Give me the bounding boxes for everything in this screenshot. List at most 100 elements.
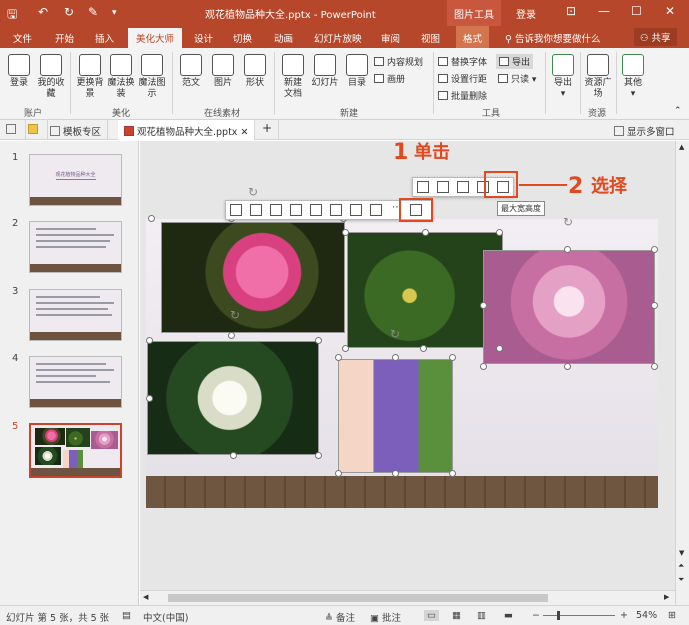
rotate-handle-icon[interactable]: ↻ [248, 185, 258, 199]
scroll-left-icon[interactable]: ◀ [143, 593, 148, 601]
resize-handle[interactable] [335, 354, 342, 361]
align-middle-icon[interactable] [310, 204, 322, 216]
scroll-down-icon[interactable]: ▼ [679, 549, 684, 557]
scroll-up-icon[interactable]: ▲ [679, 143, 684, 151]
collapse-ribbon-icon[interactable]: ⌃ [674, 106, 682, 116]
resize-handle[interactable] [449, 354, 456, 361]
ribbon-display-icon[interactable]: ⊡ [566, 4, 576, 18]
comments-button[interactable]: ▣ 批注 [370, 610, 401, 624]
resize-handle[interactable] [146, 395, 153, 402]
tab-transitions[interactable]: 切换 [233, 31, 252, 45]
spellcheck-icon[interactable]: ▤ [122, 610, 131, 621]
save-icon[interactable]: 🖫 [7, 5, 17, 26]
resize-handle[interactable] [564, 246, 571, 253]
login-link[interactable]: 登录 [516, 6, 536, 21]
slide-thumbnail-1[interactable]: 观花植物品种大全 [29, 154, 122, 206]
tab-design[interactable]: 设计 [194, 31, 213, 45]
minimize-button[interactable]: — [598, 4, 610, 18]
shape-button[interactable]: 形状 [242, 54, 268, 89]
tab-animations[interactable]: 动画 [274, 31, 293, 45]
tab-home[interactable]: 开始 [55, 31, 74, 45]
slide-thumbnail-3[interactable] [29, 289, 122, 341]
content-planning-button[interactable]: 内容规划 [374, 55, 423, 68]
prev-slide-icon[interactable]: ⏶ [678, 561, 684, 571]
distribute-horizontal-icon[interactable] [350, 204, 362, 216]
resource-square-button[interactable]: 资源广场 [584, 54, 612, 100]
tab-beautify-master[interactable]: 美化大师 [128, 28, 183, 48]
zoom-out-button[interactable]: − [532, 610, 540, 621]
maximize-button[interactable]: ☐ [631, 4, 642, 18]
export-button[interactable]: 导出 ▾ [550, 54, 576, 100]
tab-slideshow[interactable]: 幻灯片放映 [314, 31, 362, 45]
tell-me-input[interactable]: ⚲ 告诉我你想要做什么 [505, 31, 601, 45]
slide-thumbnail-5[interactable] [29, 423, 122, 478]
resize-handle[interactable] [422, 229, 429, 236]
resize-handle[interactable] [228, 332, 235, 339]
horizontal-scrollbar[interactable]: ◀ ▶ [140, 590, 675, 605]
slide-5[interactable] [146, 219, 658, 508]
tab-file[interactable]: 文件 [13, 31, 32, 45]
new-document-button[interactable]: 新建文档 [280, 54, 306, 100]
jasmine-image[interactable] [347, 232, 503, 348]
resize-handle[interactable] [496, 345, 503, 352]
slideshow-icon[interactable]: ▬ [504, 610, 513, 621]
rotate-handle-icon[interactable]: ↻ [230, 308, 240, 322]
next-slide-icon[interactable]: ⏷ [678, 575, 684, 585]
doc-tab-file[interactable]: 观花植物品种大全.pptx ✕ [118, 120, 256, 140]
magic-outfit-button[interactable]: 魔法换装 [107, 54, 135, 100]
rotate-handle-icon[interactable]: ↻ [563, 215, 573, 229]
export-small-button[interactable]: 导出 [496, 54, 534, 69]
same-size-icon[interactable] [457, 181, 469, 193]
line-spacing-button[interactable]: 设置行距 [438, 72, 487, 85]
vertical-scrollbar[interactable]: ▲ ▼ ⏶ ⏷ [675, 141, 689, 605]
customize-qa-icon[interactable]: ▾ [112, 8, 117, 18]
magic-diagram-button[interactable]: 魔法图示 [138, 54, 166, 100]
template-sample-button[interactable]: 范文 [178, 54, 204, 89]
tab-insert[interactable]: 插入 [95, 31, 114, 45]
notes-button[interactable]: ≜ 备注 [325, 610, 355, 624]
same-height-icon[interactable] [437, 181, 449, 193]
rotate-handle-icon[interactable]: ↻ [390, 327, 400, 341]
align-left-icon[interactable] [230, 204, 242, 216]
resize-handle[interactable] [315, 452, 322, 459]
doc-tab-template-zone[interactable]: 模板专区 [44, 120, 109, 140]
language-indicator[interactable]: 中文(中国) [143, 610, 188, 624]
resize-handle[interactable] [146, 337, 153, 344]
add-tab-button[interactable]: + [256, 120, 280, 140]
resize-handle[interactable] [392, 354, 399, 361]
reading-view-icon[interactable]: ▥ [477, 610, 486, 621]
resize-handle[interactable] [392, 470, 399, 477]
zoom-in-button[interactable]: + [620, 610, 628, 621]
tab-format[interactable]: 格式 [456, 26, 490, 48]
resize-handle[interactable] [480, 302, 487, 309]
show-multi-window-toggle[interactable]: 显示多窗口 [614, 124, 675, 138]
scroll-right-icon[interactable]: ▶ [664, 593, 669, 601]
hyacinth-image[interactable] [338, 359, 453, 473]
readonly-button[interactable]: 只读 ▾ [498, 72, 536, 85]
tab-view[interactable]: 视图 [421, 31, 440, 45]
zoom-slider[interactable] [543, 615, 615, 616]
resize-handle[interactable] [148, 215, 155, 222]
resize-handle[interactable] [335, 470, 342, 477]
resize-handle[interactable] [342, 229, 349, 236]
align-center-icon[interactable] [250, 204, 262, 216]
align-right-icon[interactable] [270, 204, 282, 216]
gardenia-image[interactable] [147, 341, 319, 455]
fit-slide-icon[interactable]: ⊞ [668, 610, 676, 621]
resize-handle[interactable] [651, 363, 658, 370]
format-painter-icon[interactable]: ✎ [88, 5, 98, 19]
tab-review[interactable]: 审阅 [381, 31, 400, 45]
redo-icon[interactable]: ↻ [64, 5, 74, 19]
resize-handle[interactable] [651, 302, 658, 309]
share-button[interactable]: ⚇ 共享 [634, 28, 677, 46]
other-button[interactable]: 其他 ▾ [620, 54, 646, 100]
resize-handle[interactable] [420, 345, 427, 352]
resize-handle[interactable] [230, 452, 237, 459]
cherry-blossom-image[interactable] [483, 250, 655, 364]
slide-thumbnail-2[interactable] [29, 221, 122, 273]
undo-icon[interactable]: ↶ [38, 5, 48, 19]
online-picture-button[interactable]: 图片 [210, 54, 236, 89]
album-button[interactable]: 画册 [374, 72, 405, 85]
horizontal-scroll-thumb[interactable] [168, 594, 548, 602]
new-slide-button[interactable]: 幻灯片 [310, 54, 340, 89]
